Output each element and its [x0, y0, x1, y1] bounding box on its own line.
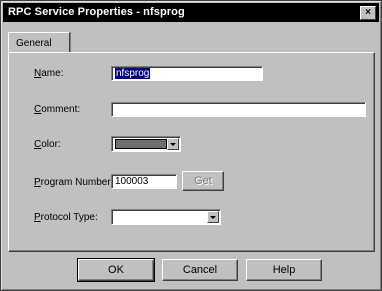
color-combo[interactable] [111, 136, 181, 152]
name-label: Name: [34, 68, 64, 79]
get-button[interactable]: Get [182, 171, 224, 191]
program-number-value: 100003 [115, 176, 149, 187]
title-bar[interactable]: RPC Service Properties - nfsprog × [3, 3, 379, 22]
color-label: Color: [34, 139, 61, 150]
protocol-dropdown-arrow-icon[interactable] [207, 211, 219, 223]
cancel-button[interactable]: Cancel [162, 259, 238, 281]
close-icon: × [365, 7, 371, 18]
window-title: RPC Service Properties - nfsprog [8, 6, 185, 18]
color-swatch [115, 139, 167, 149]
color-dropdown-arrow-icon[interactable] [167, 138, 179, 150]
program-number-label: Program Number: [34, 177, 114, 188]
comment-field[interactable] [111, 102, 366, 117]
program-number-field[interactable]: 100003 [111, 174, 177, 189]
comment-label: Comment: [34, 104, 81, 115]
tab-general-label: General [16, 38, 52, 49]
name-field[interactable]: nfsprog [111, 66, 263, 81]
tab-general[interactable]: General [8, 32, 70, 53]
protocol-type-label: Protocol Type: [34, 212, 98, 223]
help-button[interactable]: Help [246, 259, 322, 281]
name-value: nfsprog [115, 68, 151, 79]
protocol-type-combo[interactable] [111, 209, 221, 225]
close-button[interactable]: × [360, 6, 376, 20]
dialog-window: RPC Service Properties - nfsprog × Gener… [0, 0, 382, 291]
ok-button[interactable]: OK [77, 258, 155, 282]
